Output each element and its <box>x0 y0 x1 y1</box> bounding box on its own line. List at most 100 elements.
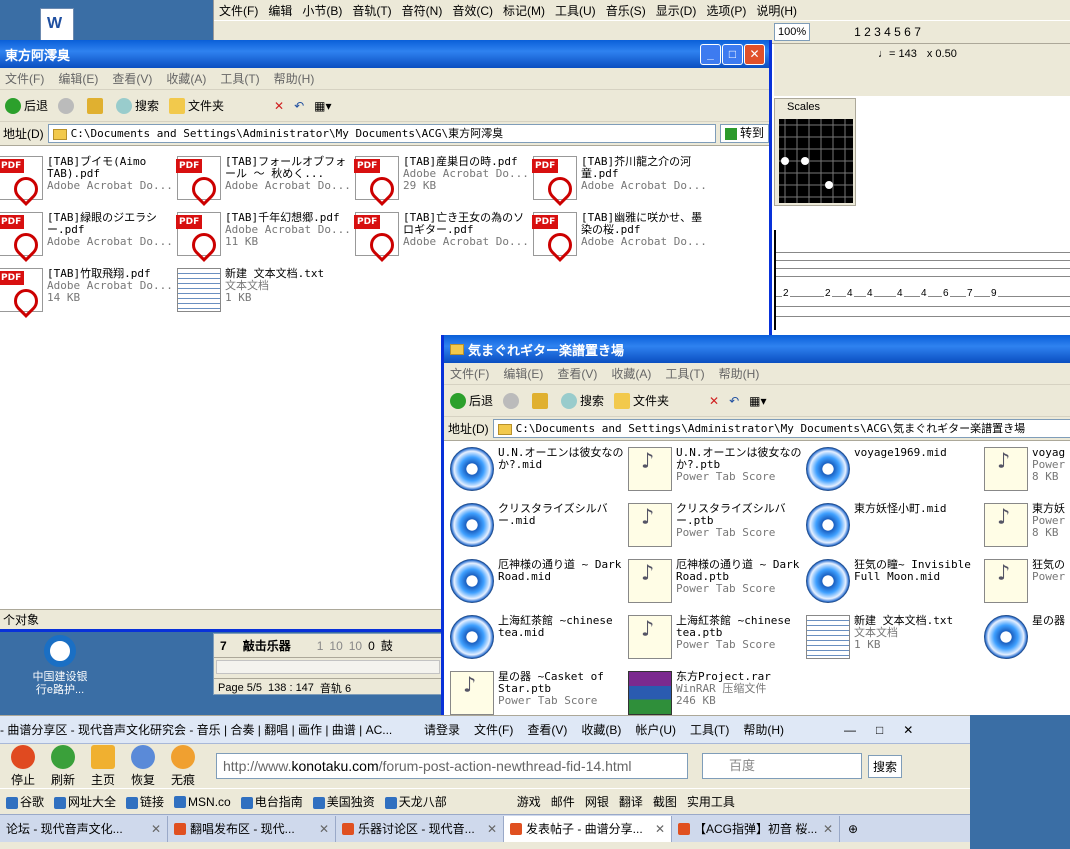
file-item[interactable]: 狂気の瞳~ Invisible Full Moon.mid <box>806 557 984 611</box>
speed-select[interactable]: x 0.50 <box>927 48 957 60</box>
forward-button[interactable] <box>503 392 522 409</box>
desktop-icon-ccb[interactable]: 中国建设银行e路护... <box>28 635 92 697</box>
forward-button[interactable] <box>58 97 77 114</box>
menu-tools[interactable]: 工具(T) <box>665 365 704 382</box>
restore-button[interactable]: 恢复 <box>126 744 160 788</box>
bookmark-msn[interactable]: MSN.co <box>174 795 231 809</box>
home-button[interactable]: 主页 <box>86 744 120 788</box>
tool-mail[interactable]: 邮件 <box>551 793 575 810</box>
minimize-button[interactable]: _ <box>700 44 721 65</box>
file-item[interactable]: 厄神様の通り道 ~ Dark Road.ptbPower Tab Score <box>628 557 806 611</box>
tool-translate[interactable]: 翻译 <box>619 793 643 810</box>
tab[interactable]: 乐器讨论区 - 现代音... ✕ <box>336 815 504 842</box>
track-name[interactable]: 敲击乐器 <box>243 637 291 654</box>
file-item[interactable]: 東方妖Power8 KB <box>984 501 1070 555</box>
file-item[interactable]: 星の器 Star. <box>984 613 1070 667</box>
tool-games[interactable]: 游戏 <box>517 793 541 810</box>
file-item[interactable]: クリスタライズシルバー.mid <box>450 501 628 555</box>
score-staff[interactable]: 2 2 4 4 4 4 6 7 9 <box>774 230 1070 330</box>
undo-button[interactable]: ↶ <box>294 99 304 113</box>
search-button[interactable]: 搜索 <box>116 97 159 115</box>
window2-titlebar[interactable]: 気まぐれギター楽譜置き場 <box>444 335 1070 363</box>
close-tab-icon[interactable]: ✕ <box>823 822 833 836</box>
refresh-button[interactable]: 刷新 <box>46 744 80 788</box>
file-item[interactable]: [TAB]亡き王女の為のソロギター.pdfAdobe Acrobat Do... <box>354 210 533 264</box>
menu-help[interactable]: 帮助(H) <box>719 365 760 382</box>
file-item[interactable]: [TAB]幽雅に咲かせ、墨染の桜.pdfAdobe Acrobat Do... <box>532 210 711 264</box>
file-item[interactable]: 東方妖怪小町.mid <box>806 501 984 555</box>
file-item[interactable]: U.N.オーエンは彼女なのか?.ptbPower Tab Score <box>628 445 806 499</box>
music-menu-marker[interactable]: 标记(M) <box>498 2 550 19</box>
browser-menu-favorites[interactable]: 收藏(B) <box>581 721 621 738</box>
views-button[interactable]: ▦▾ <box>749 394 766 408</box>
delete-button[interactable]: ✕ <box>709 394 719 408</box>
music-menu-bar[interactable]: 小节(B) <box>297 2 347 19</box>
track-val[interactable]: 鼓 <box>381 637 393 654</box>
file-item[interactable]: U.N.オーエンは彼女なのか?.mid <box>450 445 628 499</box>
bookmark-us[interactable]: 美国独资 <box>312 793 375 810</box>
tab-active[interactable]: 发表帖子 - 曲谱分享... ✕ <box>504 815 672 842</box>
url-field[interactable]: http://www.konotaku.com/forum-post-actio… <box>216 753 688 779</box>
close-tab-icon[interactable]: ✕ <box>151 822 161 836</box>
close-tab-icon[interactable]: ✕ <box>319 822 329 836</box>
search-field[interactable]: 百度 <box>702 753 862 779</box>
undo-button[interactable]: ↶ <box>729 394 739 408</box>
minimize-button[interactable]: — <box>844 723 856 737</box>
browser-menu-view[interactable]: 查看(V) <box>527 721 567 738</box>
file-item[interactable]: 上海紅茶館 ~chinese tea.mid <box>450 613 628 667</box>
tab[interactable]: 论坛 - 现代音声文化... ✕ <box>0 815 168 842</box>
folders-button[interactable]: 文件夹 <box>614 392 669 410</box>
bookmark-sites[interactable]: 网址大全 <box>54 793 116 810</box>
go-button[interactable]: 转到 <box>719 124 769 143</box>
file-item[interactable]: [TAB]竹取飛翔.pdfAdobe Acrobat Do...14 KB <box>0 266 177 320</box>
menu-edit[interactable]: 编辑(E) <box>503 365 543 382</box>
stop-button[interactable]: 停止 <box>6 744 40 788</box>
music-menu-help[interactable]: 说明(H) <box>751 2 802 19</box>
delete-button[interactable]: ✕ <box>274 99 284 113</box>
track-val[interactable]: 10 <box>349 639 362 653</box>
login-link[interactable]: 请登录 <box>424 721 460 738</box>
up-button[interactable] <box>87 97 106 114</box>
music-menu-edit[interactable]: 编辑 <box>263 2 297 19</box>
bookmark-tlbb[interactable]: 天龙八部 <box>384 793 447 810</box>
tool-utilities[interactable]: 实用工具 <box>687 793 735 810</box>
close-button[interactable]: ✕ <box>744 44 765 65</box>
address-field[interactable]: C:\Documents and Settings\Administrator\… <box>492 419 1070 438</box>
address-field[interactable]: C:\Documents and Settings\Administrator\… <box>47 124 716 143</box>
tab[interactable]: 翻唱发布区 - 现代... ✕ <box>168 815 336 842</box>
music-menu-track[interactable]: 音轨(T) <box>347 2 396 19</box>
file-item[interactable]: 厄神様の通り道 ~ Dark Road.mid <box>450 557 628 611</box>
new-tab-icon[interactable]: ⊕ <box>848 822 858 836</box>
music-menu-effect[interactable]: 音效(C) <box>447 2 498 19</box>
menu-favorites[interactable]: 收藏(A) <box>611 365 651 382</box>
bookmark-google[interactable]: 谷歌 <box>6 793 44 810</box>
bookmark-links[interactable]: 链接 <box>126 793 164 810</box>
file-item[interactable]: [TAB]千年幻想郷.pdfAdobe Acrobat Do...11 KB <box>176 210 355 264</box>
menu-help[interactable]: 帮助(H) <box>274 70 315 87</box>
browser-menu-help[interactable]: 帮助(H) <box>743 721 784 738</box>
close-tab-icon[interactable]: ✕ <box>487 822 497 836</box>
file-item[interactable]: voyagPower8 KB <box>984 445 1070 499</box>
menu-favorites[interactable]: 收藏(A) <box>166 70 206 87</box>
music-menu-file[interactable]: 文件(F) <box>214 2 263 19</box>
desktop-word-doc-icon[interactable] <box>40 8 74 42</box>
bookmark-radio[interactable]: 电台指南 <box>240 793 303 810</box>
file-item[interactable]: 新建 文本文档.txt 文本文档 1 KB <box>806 613 984 667</box>
file-item[interactable]: [TAB]産巣日の時.pdfAdobe Acrobat Do...29 KB <box>354 154 533 208</box>
maximize-button[interactable]: □ <box>876 723 883 737</box>
folders-button[interactable]: 文件夹 <box>169 97 224 115</box>
close-tab-icon[interactable]: ✕ <box>655 822 665 836</box>
fretboard[interactable] <box>779 119 853 203</box>
file-item[interactable]: 新建 文本文档.txt 文本文档 1 KB <box>177 266 355 320</box>
browser-menu-file[interactable]: 文件(F) <box>474 721 513 738</box>
music-menu-note[interactable]: 音符(N) <box>397 2 448 19</box>
menu-view[interactable]: 查看(V) <box>112 70 152 87</box>
file-item[interactable]: [TAB]芥川龍之介の河童.pdfAdobe Acrobat Do... <box>532 154 711 208</box>
browser-menu-tools[interactable]: 工具(T) <box>690 721 729 738</box>
zoom-select[interactable]: 100% <box>774 23 811 41</box>
menu-file[interactable]: 文件(F) <box>5 70 44 87</box>
back-button[interactable]: 后退 <box>5 97 48 115</box>
page-number-strip[interactable]: 1 2 3 4 5 6 7 <box>854 25 921 39</box>
file-item[interactable]: クリスタライズシルバー.ptbPower Tab Score <box>628 501 806 555</box>
track-val[interactable]: 1 <box>317 639 324 653</box>
